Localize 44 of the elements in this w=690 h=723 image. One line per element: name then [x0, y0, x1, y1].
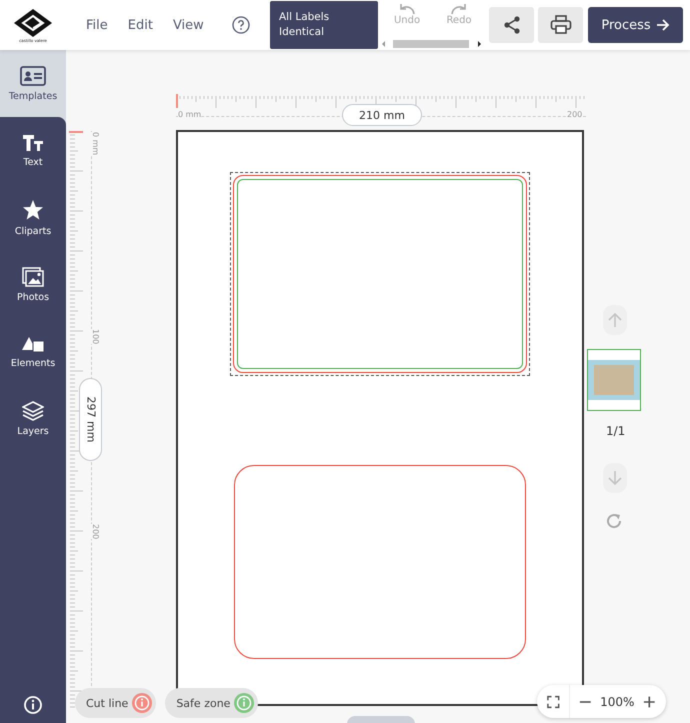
width-badge: 210 mm [342, 104, 422, 126]
label-mode-button[interactable]: All Labels Identical [270, 1, 378, 49]
printer-icon [550, 15, 572, 35]
print-button[interactable] [538, 7, 583, 43]
page-thumbnail[interactable] [587, 349, 641, 411]
sidebar-item[interactable]: Layers [0, 385, 66, 452]
legend-chip[interactable]: Cut line [75, 688, 156, 718]
menu-item[interactable]: Edit [128, 18, 153, 32]
share-button[interactable] [489, 7, 534, 43]
text-icon [22, 134, 44, 152]
ruler-label: 0 mm [91, 132, 100, 156]
ruler-label: 0 mm [178, 110, 202, 119]
sidebar-item[interactable]: Cliparts [0, 184, 66, 251]
layers-icon [22, 400, 44, 420]
sidebar-item[interactable]: Photos [0, 251, 66, 318]
refresh-icon[interactable] [605, 512, 623, 530]
arrow-up-icon [607, 312, 623, 328]
redo-icon [450, 3, 468, 15]
undo-icon [398, 3, 416, 15]
arrow-down-icon [607, 470, 623, 486]
sidebar-item[interactable]: Elements [0, 318, 66, 385]
menu-item[interactable]: View [172, 18, 204, 32]
drawer-handle[interactable] [347, 716, 415, 723]
height-badge: 297 mm [79, 378, 102, 461]
process-button[interactable]: Process [588, 7, 683, 43]
zoom-in-icon[interactable] [643, 694, 656, 708]
zoom-level: 100% [600, 694, 634, 708]
logo-icon [13, 8, 53, 38]
sidebar-item[interactable]: Text [0, 117, 66, 184]
fullscreen-icon[interactable] [547, 694, 560, 708]
info-icon[interactable] [24, 696, 42, 714]
legend-chip[interactable]: Safe zone [165, 688, 258, 718]
ruler-label: 100 [91, 329, 100, 344]
shapes-icon [21, 334, 45, 352]
page-counter: 1/1 [606, 424, 626, 438]
image-icon [22, 266, 44, 286]
ruler-label: 200 [91, 524, 100, 540]
menu-item[interactable]: File [86, 18, 108, 32]
ruler-label: 200 [567, 110, 582, 119]
star-icon [22, 198, 44, 220]
arrow-right-icon [656, 19, 670, 31]
id-card-icon [20, 66, 46, 86]
help-icon[interactable] [232, 16, 250, 34]
share-icon [502, 15, 522, 35]
